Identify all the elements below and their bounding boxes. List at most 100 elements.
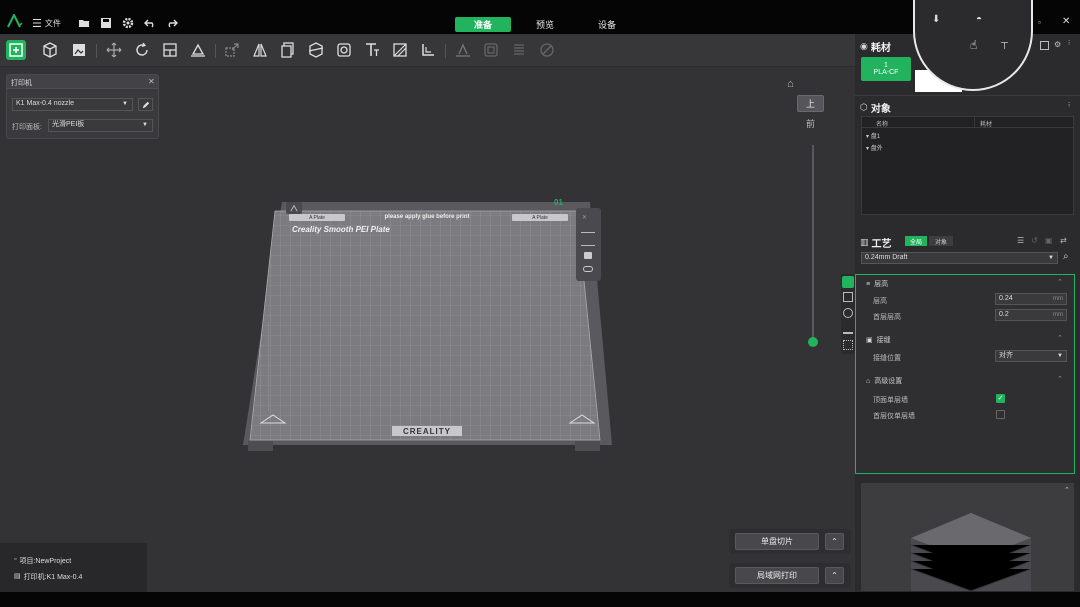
first-layer-height-unit: mm — [1053, 312, 1063, 318]
first-layer-height-input[interactable]: 0.2 mm — [995, 309, 1067, 321]
orient-plate-icon[interactable] — [581, 238, 595, 246]
open-folder-icon[interactable] — [78, 17, 90, 29]
lock-plate-icon[interactable] — [584, 252, 592, 259]
layers-list-icon[interactable] — [509, 40, 529, 60]
object-row[interactable]: ▾ 盘外 — [866, 143, 883, 152]
save-icon[interactable] — [100, 17, 112, 29]
plate-type-select[interactable]: 光滑PEI板 ▼ — [48, 119, 153, 132]
edit-printer-button[interactable] — [138, 98, 153, 111]
advanced-group-title: 高级设置 — [874, 378, 903, 385]
strength-category-icon[interactable] — [843, 292, 853, 302]
layer-slider-handle[interactable] — [808, 337, 818, 347]
plate-settings-eye-icon[interactable] — [583, 266, 593, 272]
tab-device[interactable]: 设备 — [580, 17, 634, 32]
speed-category-icon[interactable] — [843, 308, 853, 318]
model-library-icon[interactable] — [69, 40, 89, 60]
add-plate-button[interactable] — [6, 40, 26, 60]
lan-print-button[interactable]: 局域网打印 — [735, 567, 819, 584]
lay-on-face-icon[interactable] — [188, 40, 208, 60]
collapse-icon[interactable]: ⌃ — [1057, 334, 1063, 342]
filament-more-icon[interactable]: ⁝ — [1068, 39, 1070, 47]
process-tab-global[interactable]: 全局 — [905, 236, 927, 246]
cut-icon[interactable] — [306, 40, 326, 60]
3d-viewport[interactable]: 打印机 ✕ K1 Max-0.4 nozzle ▼ 打印面板: 光滑PEI板 ▼ — [0, 67, 855, 592]
settings-gear-icon[interactable] — [122, 17, 134, 29]
restore-window-icon[interactable]: ▫ — [1038, 18, 1041, 27]
text-tool-icon[interactable] — [362, 40, 382, 60]
quality-category-icon[interactable] — [842, 276, 854, 288]
move-icon[interactable] — [104, 40, 124, 60]
build-plate[interactable] — [240, 195, 615, 455]
filament-slot-name: PLA-CF — [873, 69, 899, 76]
redo-icon[interactable] — [166, 17, 178, 29]
tab-prepare[interactable]: 准备 — [455, 17, 511, 32]
seam-group-header: ▣ 接缝 — [866, 335, 891, 345]
close-window-icon[interactable]: ✕ — [1062, 16, 1070, 27]
print-options-chevron-icon[interactable]: ⌃ — [825, 567, 844, 584]
rotate-icon[interactable] — [132, 40, 152, 60]
file-menu[interactable]: ☰ 文件 — [32, 17, 61, 30]
slice-options-chevron-icon[interactable]: ⌃ — [825, 533, 844, 550]
arrange-icon[interactable] — [160, 40, 180, 60]
copy-icon[interactable] — [278, 40, 298, 60]
close-panel-icon[interactable]: ✕ — [148, 77, 155, 86]
top-view-button[interactable]: 上 — [797, 95, 824, 112]
process-search-icon[interactable]: ⌕ — [1063, 251, 1069, 262]
seam-paint-icon[interactable] — [418, 40, 438, 60]
front-view-button[interactable]: 前 — [798, 116, 823, 130]
layer-height-input[interactable]: 0.24 mm — [995, 293, 1067, 305]
seam-position-value: 对齐 — [999, 352, 1013, 359]
bottom-bar — [0, 592, 1080, 607]
filament-settings-gear-icon[interactable]: ⚙ — [1054, 40, 1061, 49]
process-save-icon[interactable]: ▣ — [1045, 236, 1053, 245]
home-view-icon[interactable]: ⌂ — [787, 78, 794, 90]
collapse-preview-icon[interactable]: ⌃ — [1064, 486, 1070, 494]
tab-preview[interactable]: 预览 — [518, 17, 572, 32]
object-row[interactable]: ▾ 盘1 — [866, 131, 880, 140]
objects-more-icon[interactable]: ⁝ — [1068, 101, 1070, 109]
undo-icon[interactable] — [144, 17, 156, 29]
filament-slot-1[interactable]: 1 PLA-CF — [861, 57, 911, 81]
seam-position-select[interactable]: 对齐 ▼ — [995, 350, 1067, 362]
process-compare-icon[interactable]: ⇄ — [1060, 236, 1067, 245]
printer-name-text: 打印机:K1 Max-0.4 — [23, 574, 83, 581]
top-single-wall-checkbox[interactable]: ✓ — [996, 394, 1005, 403]
collapse-icon[interactable]: ⌃ — [1057, 375, 1063, 383]
edit-filament-icon[interactable] — [1040, 41, 1049, 50]
assembly-icon[interactable] — [481, 40, 501, 60]
mirror-icon[interactable] — [250, 40, 270, 60]
filament-header: ◉ 耗材 — [860, 39, 891, 54]
slice-plate-button[interactable]: 单盘切片 — [735, 533, 819, 550]
printer-select[interactable]: K1 Max-0.4 nozzle ▼ — [12, 98, 133, 111]
spool-icon: ◓ — [976, 14, 983, 25]
seam-group-title: 接缝 — [876, 337, 891, 344]
process-preset-select[interactable]: 0.24mm Draft ▼ — [861, 252, 1058, 264]
project-name: ▫ 项目:NewProject — [14, 556, 71, 566]
app-logo-icon[interactable] — [7, 12, 23, 28]
first-layer-height-value: 0.2 — [999, 311, 1009, 318]
printer-panel-title: 打印机 — [11, 80, 32, 87]
measure-icon[interactable] — [453, 40, 473, 60]
plate-tools-column: ✕ — [576, 208, 601, 281]
process-reset-icon[interactable]: ↺ — [1031, 236, 1038, 245]
add-model-cube-icon[interactable] — [40, 40, 60, 60]
first-layer-single-wall-checkbox[interactable] — [996, 410, 1005, 419]
arrange-plate-icon[interactable] — [581, 225, 595, 233]
chevron-down-icon: ▼ — [142, 122, 148, 128]
section-divider — [855, 95, 1080, 96]
scale-icon[interactable] — [222, 40, 242, 60]
color-paint-icon[interactable] — [537, 40, 557, 60]
layer-height-unit: mm — [1053, 296, 1063, 302]
process-list-icon[interactable]: ☰ — [1017, 236, 1024, 245]
boolean-icon[interactable] — [334, 40, 354, 60]
close-plate-icon[interactable]: ✕ — [582, 214, 587, 221]
process-tab-object[interactable]: 对象 — [929, 236, 953, 246]
collapse-icon[interactable]: ⌃ — [1057, 278, 1063, 286]
layer-slider-track[interactable] — [812, 145, 814, 342]
support-paint-icon[interactable] — [390, 40, 410, 60]
others-category-icon[interactable] — [843, 340, 853, 350]
plate-settings-icon[interactable] — [286, 202, 302, 214]
file-menu-label: 文件 — [44, 19, 61, 28]
support-category-icon[interactable] — [843, 324, 853, 334]
menu-icon: ☰ — [32, 18, 42, 30]
